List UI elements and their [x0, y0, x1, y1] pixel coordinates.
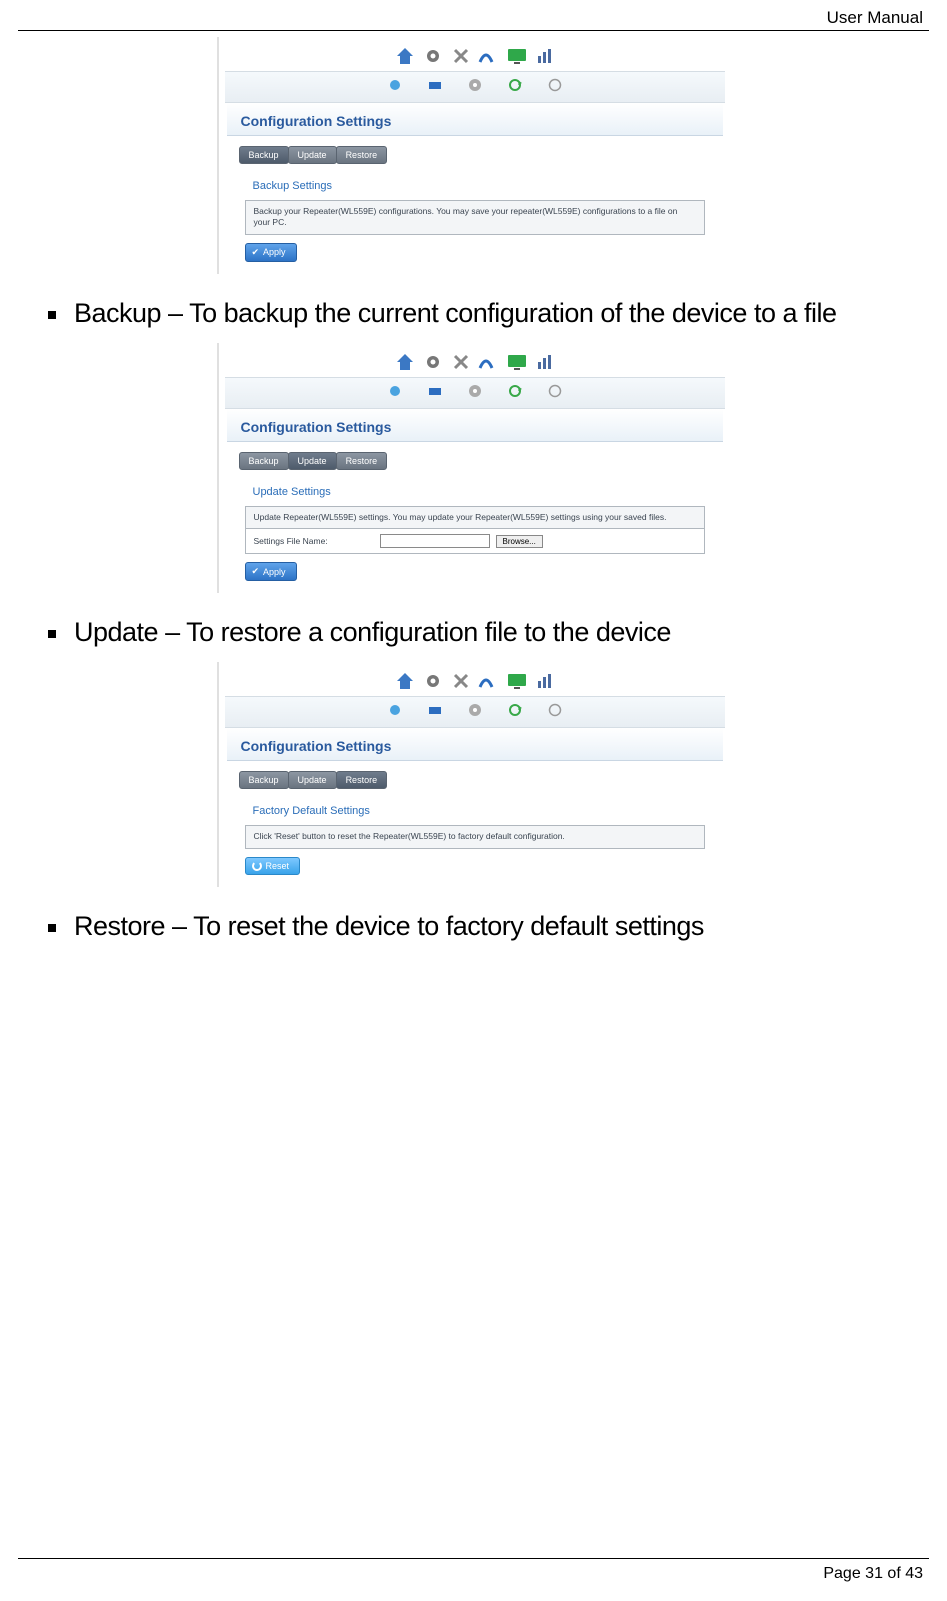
refresh-icon: [506, 382, 524, 400]
bullet-icon: [48, 630, 56, 638]
router-ui-backup: Configuration Settings Backup Update Res…: [217, 37, 731, 274]
sub-nav-icons: [225, 377, 725, 409]
sub-nav-icons: [225, 696, 725, 728]
top-nav-icons: [219, 37, 731, 71]
doc-title: User Manual: [18, 8, 929, 30]
bullet-update: Update – To restore a configuration file…: [48, 617, 929, 648]
reset-icon: [252, 861, 262, 871]
settings-icon: [466, 76, 484, 94]
network-icon: [426, 701, 444, 719]
config-panel: Configuration Settings Backup Update Res…: [219, 409, 731, 593]
apply-label: Apply: [263, 247, 286, 257]
home-icon: [394, 45, 416, 67]
browse-button[interactable]: Browse...: [496, 535, 543, 548]
stats-icon: [534, 670, 556, 692]
stats-icon: [534, 351, 556, 373]
config-settings-title: Configuration Settings: [227, 409, 723, 442]
settings-icon: [466, 701, 484, 719]
sub-nav-icons: [225, 71, 725, 103]
home-icon: [394, 351, 416, 373]
settings-icon: [466, 382, 484, 400]
tab-update[interactable]: Update: [288, 452, 337, 470]
config-settings-title: Configuration Settings: [227, 728, 723, 761]
apply-button[interactable]: Apply: [245, 243, 297, 262]
file-name-label: Settings File Name:: [254, 536, 374, 546]
restore-section-title: Factory Default Settings: [227, 789, 723, 821]
restore-info-text: Click 'Reset' button to reset the Repeat…: [245, 825, 705, 848]
tab-update[interactable]: Update: [288, 146, 337, 164]
usb-icon: [386, 76, 404, 94]
globe-icon: [546, 382, 564, 400]
tools-icon: [450, 351, 472, 373]
bullet-restore-text: Restore – To reset the device to factory…: [74, 911, 704, 942]
stats-icon: [534, 45, 556, 67]
apply-button[interactable]: Apply: [245, 562, 297, 581]
gear-icon: [422, 351, 444, 373]
bullet-icon: [48, 311, 56, 319]
bullet-icon: [48, 924, 56, 932]
update-section-title: Update Settings: [227, 470, 723, 502]
globe-icon: [546, 76, 564, 94]
footer-rule: [18, 1558, 929, 1559]
page-number: Page 31 of 43: [823, 1565, 923, 1583]
update-info-text: Update Repeater(WL559E) settings. You ma…: [245, 506, 705, 529]
config-tabs: Backup Update Restore: [239, 146, 723, 164]
check-icon: [252, 566, 260, 577]
wireless-icon: [478, 351, 500, 373]
gear-icon: [422, 45, 444, 67]
document-page: User Manual Configuration Settings Backu…: [0, 0, 947, 1601]
config-settings-title: Configuration Settings: [227, 103, 723, 136]
settings-file-input[interactable]: [380, 534, 490, 548]
monitor-icon: [506, 670, 528, 692]
network-icon: [426, 76, 444, 94]
header-rule: [18, 30, 929, 31]
tab-restore[interactable]: Restore: [336, 146, 388, 164]
refresh-icon: [506, 76, 524, 94]
bullet-update-text: Update – To restore a configuration file…: [74, 617, 671, 648]
apply-label: Apply: [263, 567, 286, 577]
bullet-restore: Restore – To reset the device to factory…: [48, 911, 929, 942]
home-icon: [394, 670, 416, 692]
bullet-backup-text: Backup – To backup the current configura…: [74, 298, 837, 329]
tools-icon: [450, 670, 472, 692]
tab-restore[interactable]: Restore: [336, 771, 388, 789]
router-ui-update: Configuration Settings Backup Update Res…: [217, 343, 731, 593]
refresh-icon: [506, 701, 524, 719]
usb-icon: [386, 382, 404, 400]
router-ui-restore: Configuration Settings Backup Update Res…: [217, 662, 731, 886]
config-tabs: Backup Update Restore: [239, 771, 723, 789]
top-nav-icons: [219, 662, 731, 696]
backup-section-title: Backup Settings: [227, 164, 723, 196]
config-tabs: Backup Update Restore: [239, 452, 723, 470]
backup-info-text: Backup your Repeater(WL559E) configurati…: [245, 200, 705, 235]
tools-icon: [450, 45, 472, 67]
reset-button[interactable]: Reset: [245, 857, 301, 875]
wireless-icon: [478, 45, 500, 67]
top-nav-icons: [219, 343, 731, 377]
check-icon: [252, 247, 260, 258]
tab-backup[interactable]: Backup: [239, 771, 289, 789]
gear-icon: [422, 670, 444, 692]
config-panel: Configuration Settings Backup Update Res…: [219, 103, 731, 274]
globe-icon: [546, 701, 564, 719]
file-picker-row: Settings File Name: Browse...: [245, 529, 705, 554]
tab-backup[interactable]: Backup: [239, 146, 289, 164]
monitor-icon: [506, 351, 528, 373]
network-icon: [426, 382, 444, 400]
wireless-icon: [478, 670, 500, 692]
tab-restore[interactable]: Restore: [336, 452, 388, 470]
reset-label: Reset: [266, 861, 290, 871]
config-panel: Configuration Settings Backup Update Res…: [219, 728, 731, 886]
bullet-backup: Backup – To backup the current configura…: [48, 298, 929, 329]
tab-backup[interactable]: Backup: [239, 452, 289, 470]
usb-icon: [386, 701, 404, 719]
tab-update[interactable]: Update: [288, 771, 337, 789]
monitor-icon: [506, 45, 528, 67]
